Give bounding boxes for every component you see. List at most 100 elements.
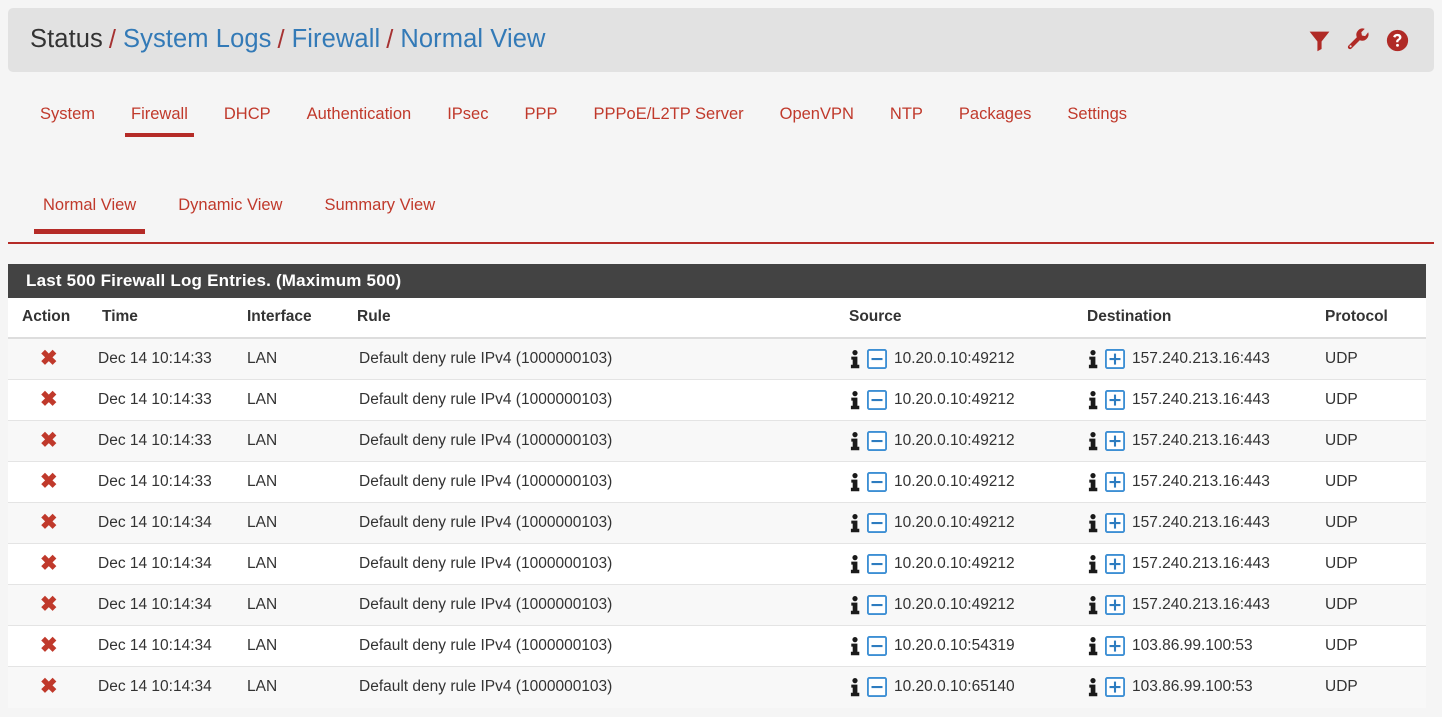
cell-protocol: UDP [1321, 584, 1426, 626]
tab-normal-view[interactable]: Normal View [22, 186, 157, 233]
plus-box-icon[interactable] [1105, 554, 1125, 574]
tab-authentication[interactable]: Authentication [289, 96, 430, 137]
plus-box-icon[interactable] [1105, 595, 1125, 615]
column-header-protocol[interactable]: Protocol [1321, 298, 1426, 339]
column-header-destination[interactable]: Destination [1083, 298, 1321, 339]
plus-box-icon[interactable] [1105, 349, 1125, 369]
info-icon[interactable] [1087, 390, 1100, 410]
breadcrumb-root: Status [30, 25, 103, 54]
tab-settings[interactable]: Settings [1049, 96, 1145, 137]
info-icon[interactable] [849, 349, 862, 369]
cell-action: ✖ [8, 461, 98, 503]
plus-box-icon[interactable] [1105, 431, 1125, 451]
info-icon[interactable] [1087, 554, 1100, 574]
minus-box-icon[interactable] [867, 472, 887, 492]
tab-ntp[interactable]: NTP [872, 96, 941, 137]
plus-box-icon[interactable] [1105, 677, 1125, 698]
info-icon[interactable] [1087, 595, 1100, 615]
plus-box-icon[interactable] [1105, 472, 1125, 492]
plus-box-icon[interactable] [1105, 636, 1125, 656]
cell-destination: 157.240.213.16:443 [1083, 502, 1321, 544]
tab-openvpn[interactable]: OpenVPN [762, 96, 872, 137]
cell-protocol: UDP [1321, 502, 1426, 544]
source-address: 10.20.0.10:49212 [894, 432, 1015, 449]
column-header-source[interactable]: Source [845, 298, 1083, 339]
cell-time: Dec 14 10:14:34 [98, 625, 243, 667]
block-icon: ✖ [40, 347, 58, 370]
cell-source: 10.20.0.10:49212 [845, 584, 1083, 626]
minus-box-icon[interactable] [867, 554, 887, 574]
tab-dynamic-view[interactable]: Dynamic View [157, 186, 303, 232]
cell-time: Dec 14 10:14:34 [98, 666, 243, 708]
tab-pppoe-l2tp-server[interactable]: PPPoE/L2TP Server [576, 96, 762, 137]
info-icon[interactable] [849, 595, 862, 615]
minus-box-icon[interactable] [867, 390, 887, 410]
info-icon[interactable] [849, 636, 862, 656]
cell-rule: Default deny rule IPv4 (1000000103) [353, 502, 845, 544]
column-header-action[interactable]: Action [8, 298, 98, 339]
minus-box-icon[interactable] [867, 595, 887, 615]
minus-box-icon[interactable] [867, 513, 887, 533]
cell-rule: Default deny rule IPv4 (1000000103) [353, 379, 845, 421]
cell-interface: LAN [243, 584, 353, 626]
source-address: 10.20.0.10:49212 [894, 555, 1015, 572]
cell-action: ✖ [8, 584, 98, 626]
info-icon[interactable] [1087, 677, 1100, 697]
table-body: ✖ Dec 14 10:14:33 LAN Default deny rule IPv… [8, 337, 1426, 708]
table-row: ✖ Dec 14 10:14:34 LAN Default deny rule IPv… [8, 584, 1426, 626]
cell-rule: Default deny rule IPv4 (1000000103) [353, 337, 845, 380]
info-icon[interactable] [849, 431, 862, 451]
table-row: ✖ Dec 14 10:14:33 LAN Default deny rule IPv… [8, 337, 1426, 380]
info-icon[interactable] [1087, 636, 1100, 656]
filter-icon[interactable] [1307, 28, 1332, 53]
cell-interface: LAN [243, 666, 353, 708]
tab-ppp[interactable]: PPP [506, 96, 575, 137]
info-icon[interactable] [1087, 472, 1100, 492]
tab-system[interactable]: System [22, 96, 113, 137]
cell-destination: 103.86.99.100:53 [1083, 625, 1321, 667]
minus-box-icon[interactable] [867, 636, 887, 656]
tab-dhcp[interactable]: DHCP [206, 96, 289, 137]
breadcrumb-item-system-logs[interactable]: System Logs [123, 27, 272, 53]
cell-action: ✖ [8, 337, 98, 380]
block-icon: ✖ [40, 675, 58, 699]
destination-address: 157.240.213.16:443 [1132, 350, 1270, 367]
cell-destination: 157.240.213.16:443 [1083, 379, 1321, 421]
info-icon[interactable] [1087, 349, 1100, 369]
breadcrumb-item-firewall[interactable]: Firewall [292, 27, 381, 53]
cell-source: 10.20.0.10:54319 [845, 625, 1083, 667]
minus-box-icon[interactable] [867, 349, 887, 369]
block-icon: ✖ [40, 511, 58, 534]
source-address: 10.20.0.10:49212 [894, 596, 1015, 613]
info-icon[interactable] [849, 390, 862, 410]
wrench-icon[interactable] [1346, 27, 1371, 53]
info-icon[interactable] [1087, 513, 1100, 533]
tab-ipsec[interactable]: IPsec [429, 96, 506, 137]
tab-firewall[interactable]: Firewall [113, 96, 206, 137]
cell-protocol: UDP [1321, 337, 1426, 380]
minus-box-icon[interactable] [867, 431, 887, 451]
column-header-rule[interactable]: Rule [353, 298, 845, 339]
column-header-time[interactable]: Time [98, 298, 243, 339]
plus-box-icon[interactable] [1105, 390, 1125, 410]
cell-protocol: UDP [1321, 543, 1426, 585]
breadcrumb-separator: / [386, 25, 394, 54]
info-icon[interactable] [849, 513, 862, 533]
table-row: ✖ Dec 14 10:14:34 LAN Default deny rule IPv… [8, 666, 1426, 708]
info-icon[interactable] [849, 554, 862, 574]
tab-packages[interactable]: Packages [941, 96, 1049, 137]
cell-rule: Default deny rule IPv4 (1000000103) [353, 666, 845, 708]
info-icon[interactable] [849, 677, 862, 697]
cell-interface: LAN [243, 625, 353, 667]
column-header-interface[interactable]: Interface [243, 298, 353, 339]
plus-box-icon[interactable] [1105, 513, 1125, 533]
tab-summary-view[interactable]: Summary View [303, 186, 456, 232]
cell-interface: LAN [243, 379, 353, 421]
breadcrumb-item-normal-view[interactable]: Normal View [400, 27, 545, 53]
help-icon[interactable] [1385, 28, 1410, 53]
block-icon: ✖ [40, 593, 58, 616]
info-icon[interactable] [1087, 431, 1100, 451]
info-icon[interactable] [849, 472, 862, 492]
cell-interface: LAN [243, 337, 353, 380]
minus-box-icon[interactable] [867, 677, 887, 698]
